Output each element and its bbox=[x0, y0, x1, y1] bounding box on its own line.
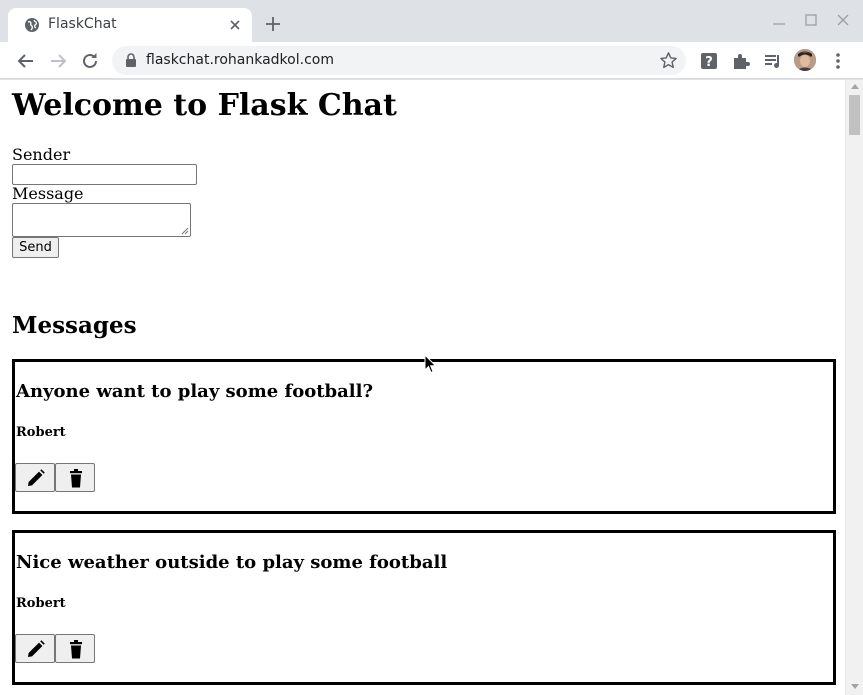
tab-strip: FlaskChat bbox=[0, 0, 863, 42]
puzzle-icon[interactable] bbox=[731, 51, 751, 71]
delete-trash-icon bbox=[70, 469, 82, 488]
message-textarea[interactable] bbox=[12, 203, 191, 237]
scroll-up-arrow-icon[interactable] bbox=[851, 84, 859, 89]
url-text[interactable]: flaskchat.rohankadkol.com bbox=[146, 52, 334, 68]
star-icon[interactable] bbox=[659, 51, 678, 70]
message-text: Anyone want to play some football? bbox=[16, 381, 373, 402]
message-text: Nice weather outside to play some footba… bbox=[16, 552, 448, 573]
sender-input[interactable] bbox=[12, 164, 197, 185]
message-card: Nice weather outside to play some footba… bbox=[12, 530, 836, 685]
delete-message-button[interactable] bbox=[55, 634, 95, 663]
lock-icon[interactable] bbox=[124, 53, 138, 68]
profile-avatar[interactable] bbox=[794, 49, 816, 71]
edit-pencil-icon bbox=[28, 469, 45, 486]
forward-icon[interactable] bbox=[48, 51, 68, 71]
page-title: Welcome to Flask Chat bbox=[12, 88, 397, 123]
back-icon[interactable] bbox=[16, 51, 36, 71]
messages-heading: Messages bbox=[12, 312, 137, 339]
more-icon[interactable] bbox=[828, 51, 848, 71]
close-window-icon[interactable] bbox=[835, 12, 851, 28]
message-label: Message bbox=[12, 184, 84, 203]
new-tab-icon[interactable] bbox=[264, 15, 282, 33]
mouse-cursor-icon bbox=[424, 354, 437, 374]
message-card: Anyone want to play some football? Rober… bbox=[12, 359, 836, 514]
message-sender: Robert bbox=[16, 425, 66, 440]
delete-trash-icon bbox=[70, 640, 82, 659]
address-bar[interactable]: flaskchat.rohankadkol.com bbox=[112, 46, 686, 75]
media-queue-icon[interactable] bbox=[763, 51, 783, 71]
page-scrollbar[interactable] bbox=[845, 80, 863, 695]
minimize-icon[interactable] bbox=[771, 12, 787, 28]
close-icon[interactable] bbox=[227, 17, 243, 33]
resize-grip-icon[interactable] bbox=[181, 227, 189, 235]
reload-icon[interactable] bbox=[80, 51, 100, 71]
tab-title: FlaskChat bbox=[48, 16, 117, 32]
svg-text:?: ? bbox=[705, 55, 713, 70]
edit-pencil-icon bbox=[28, 640, 45, 657]
message-sender: Robert bbox=[16, 596, 66, 611]
scrollbar-thumb[interactable] bbox=[849, 95, 860, 135]
edit-message-button[interactable] bbox=[15, 463, 55, 492]
globe-icon bbox=[25, 18, 39, 32]
help-extension-icon[interactable]: ? bbox=[699, 51, 719, 71]
send-button[interactable]: Send bbox=[12, 237, 59, 258]
edit-message-button[interactable] bbox=[15, 634, 55, 663]
maximize-icon[interactable] bbox=[803, 12, 819, 28]
page-viewport: Welcome to Flask Chat Sender Message Sen… bbox=[0, 80, 845, 695]
sender-label: Sender bbox=[12, 145, 71, 164]
delete-message-button[interactable] bbox=[55, 463, 95, 492]
scroll-down-arrow-icon[interactable] bbox=[851, 684, 859, 689]
browser-toolbar: flaskchat.rohankadkol.com ? bbox=[0, 42, 863, 79]
browser-tab[interactable]: FlaskChat bbox=[8, 8, 252, 42]
